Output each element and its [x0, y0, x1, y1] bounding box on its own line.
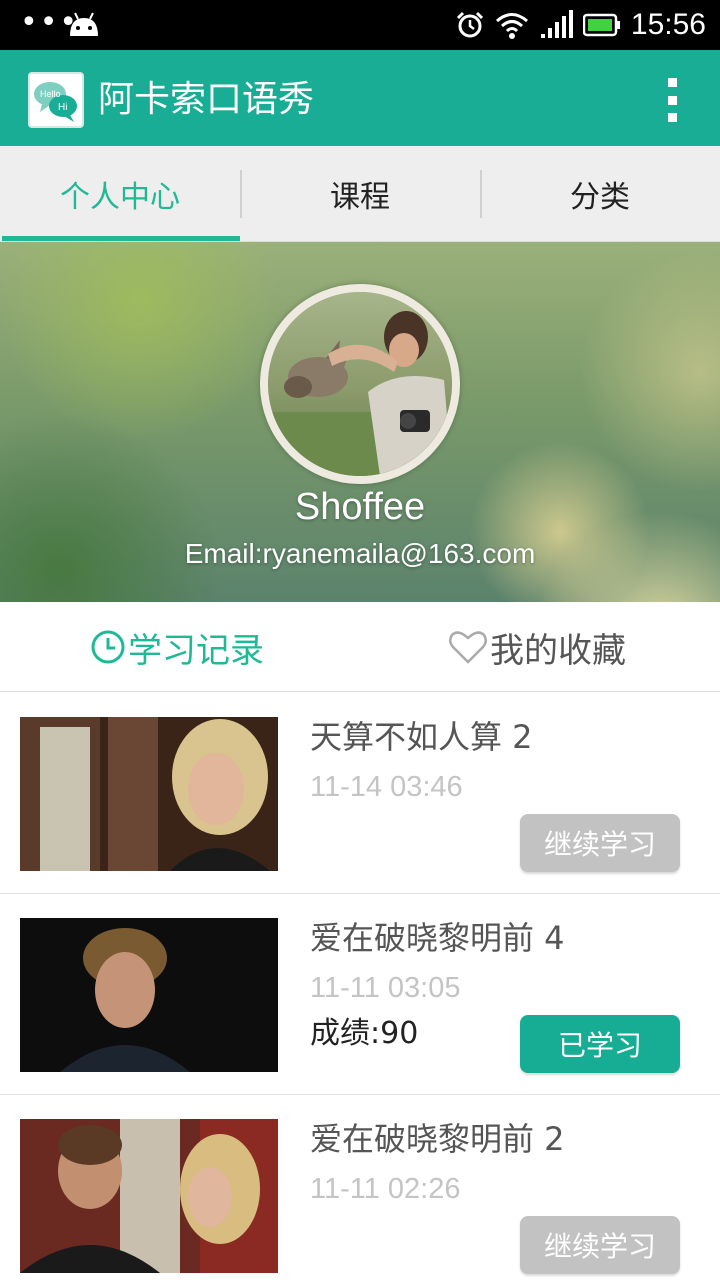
logo-text-hi: Hi: [58, 102, 67, 113]
tab-favorites[interactable]: 我的收藏: [448, 602, 626, 692]
clock: 15:56: [630, 8, 706, 41]
overflow-menu-icon[interactable]: [664, 78, 680, 122]
avatar[interactable]: [260, 284, 460, 484]
status-bar: ••• 15:56: [0, 0, 720, 50]
chat-bubbles-icon: Hello Hi: [34, 82, 77, 122]
record-score: 成绩:90: [310, 1016, 419, 1051]
learned-button[interactable]: 已学习: [520, 1015, 680, 1073]
signal-icon: [540, 10, 573, 38]
app-title: 阿卡索口语秀: [98, 79, 315, 120]
list-item[interactable]: 天算不如人算 2 11-14 03:46 继续学习: [0, 693, 720, 894]
record-title: 爱在破晓黎明前 2: [310, 1120, 565, 1158]
list-item[interactable]: 爱在破晓黎明前 4 11-11 03:05 成绩:90 已学习: [0, 894, 720, 1095]
app-bar: Hello Hi 阿卡索口语秀: [0, 50, 720, 146]
record-time: 11-14 03:46: [310, 771, 463, 803]
video-thumbnail[interactable]: [20, 918, 278, 1072]
profile-header: Shoffee Email:ryanemaila@163.com: [0, 242, 720, 602]
heart-icon: [449, 631, 487, 664]
video-thumbnail[interactable]: [20, 1119, 278, 1273]
main-tabs: 个人中心 课程 分类: [0, 146, 720, 242]
record-time: 11-11 03:05: [310, 972, 461, 1004]
clock-icon: [91, 630, 125, 664]
app-logo: Hello Hi: [28, 72, 84, 128]
tab-courses[interactable]: 课程: [240, 146, 480, 241]
record-title: 天算不如人算 2: [310, 718, 533, 756]
tab-study-history[interactable]: 学习记录: [90, 602, 264, 692]
continue-learning-button[interactable]: 继续学习: [520, 814, 680, 872]
tab-personal-center[interactable]: 个人中心: [0, 146, 240, 241]
study-record-list: 天算不如人算 2 11-14 03:46 继续学习 爱在破晓黎明前 4 11-1…: [0, 693, 720, 1280]
email: Email:ryanemaila@163.com: [184, 538, 536, 569]
alarm-icon: [456, 11, 483, 38]
video-thumbnail[interactable]: [20, 717, 278, 871]
record-time: 11-11 02:26: [310, 1173, 461, 1205]
logo-text-hello: Hello: [40, 89, 61, 99]
wifi-icon: [495, 13, 528, 39]
list-item[interactable]: 爱在破晓黎明前 2 11-11 02:26 继续学习: [0, 1095, 720, 1280]
username: Shoffee: [294, 486, 426, 528]
record-tabs: 学习记录 我的收藏: [0, 602, 720, 692]
battery-icon: [582, 13, 620, 37]
record-title: 爱在破晓黎明前 4: [310, 919, 565, 957]
favorites-label: 我的收藏: [490, 630, 626, 671]
tab-categories[interactable]: 分类: [480, 146, 720, 241]
android-icon: [70, 12, 98, 36]
study-history-label: 学习记录: [128, 630, 264, 671]
continue-learning-button[interactable]: 继续学习: [520, 1216, 680, 1274]
